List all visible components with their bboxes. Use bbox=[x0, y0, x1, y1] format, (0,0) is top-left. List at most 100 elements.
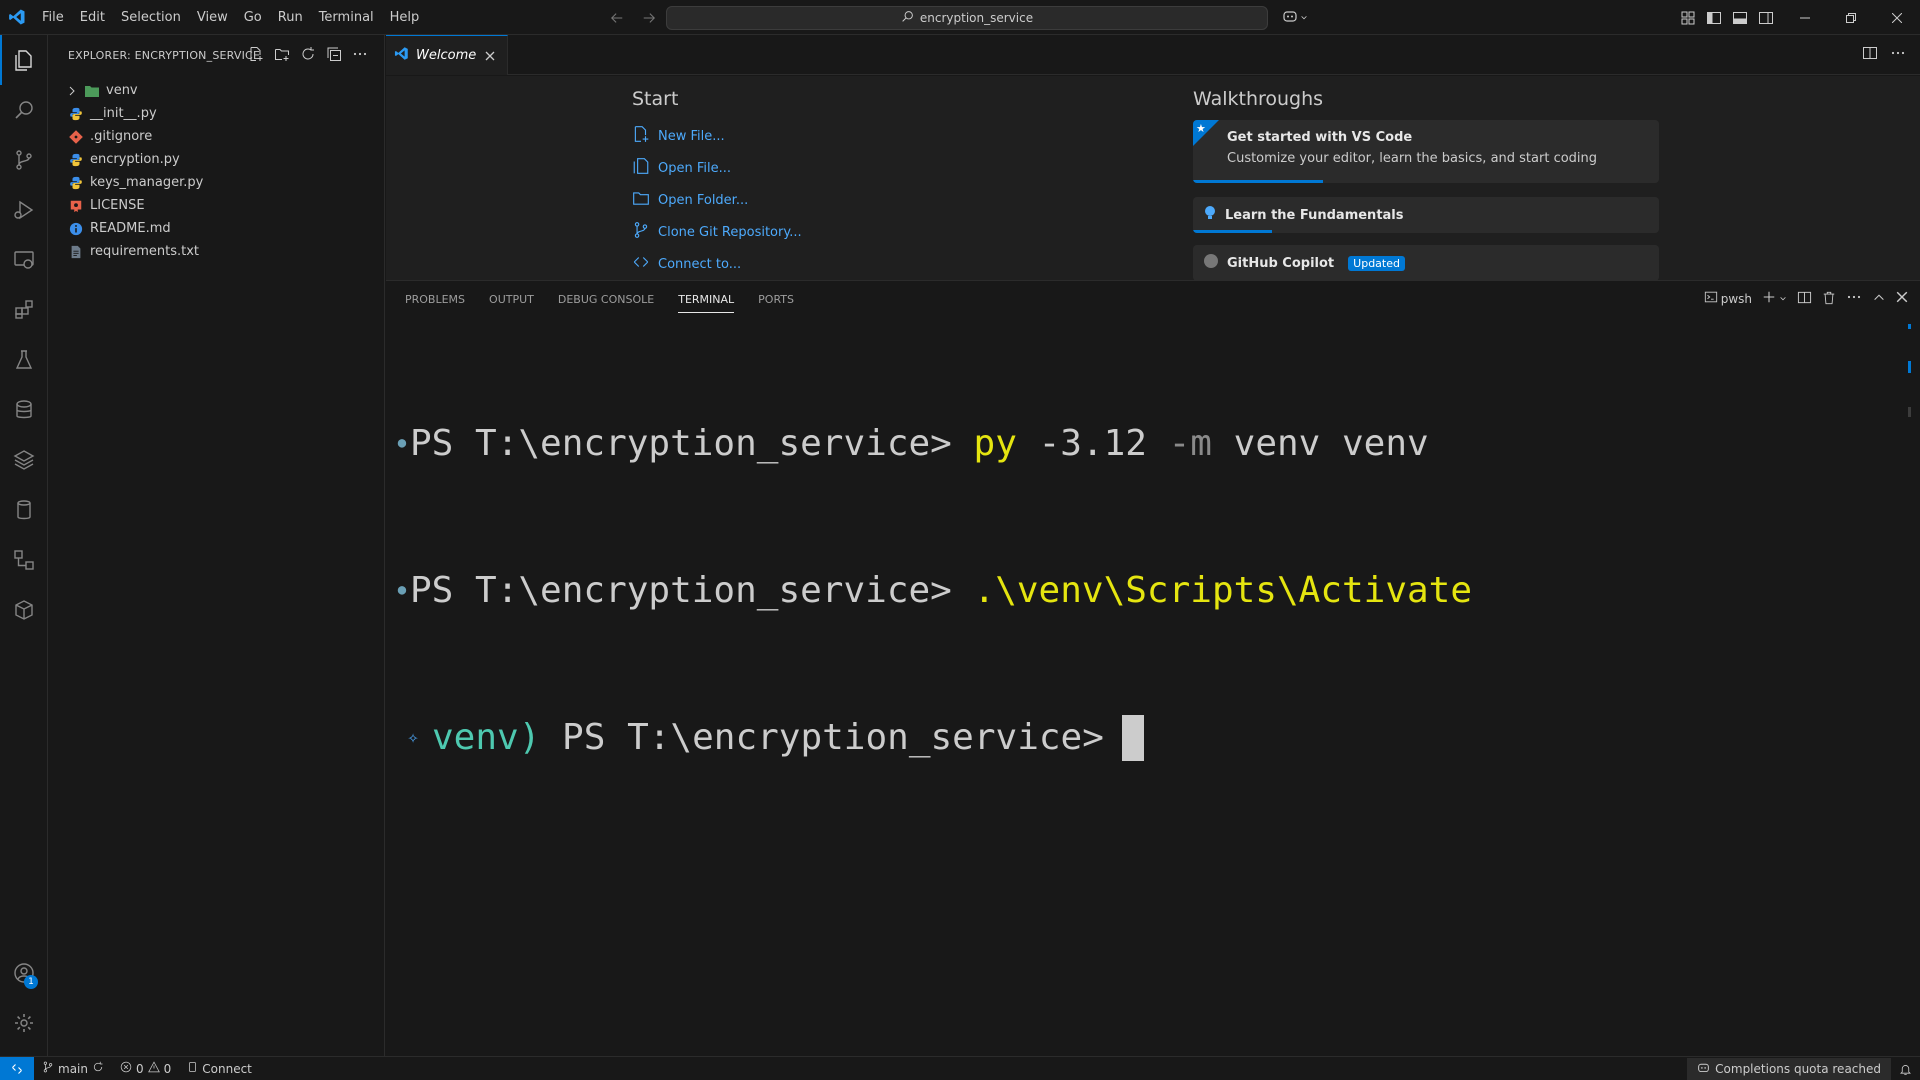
search-text: encryption_service bbox=[919, 11, 1034, 25]
walkthrough-get-started[interactable]: ★ Get started with VS Code Customize you… bbox=[1193, 120, 1659, 183]
trash-icon[interactable] bbox=[1822, 290, 1836, 308]
walkthrough-copilot[interactable]: GitHub Copilot Updated bbox=[1193, 245, 1659, 280]
restore-icon[interactable] bbox=[1828, 0, 1874, 35]
run-debug-icon[interactable] bbox=[0, 185, 48, 235]
vscode-logo-icon bbox=[394, 46, 409, 65]
tab-debug-console[interactable]: DEBUG CONSOLE bbox=[558, 281, 654, 319]
menu-help[interactable]: Help bbox=[382, 0, 428, 35]
open-folder-link[interactable]: Open Folder... bbox=[632, 184, 802, 216]
terminal-output[interactable]: ● PS T:\encryption_service> py -3.12 -m … bbox=[394, 321, 1894, 860]
new-file-icon[interactable] bbox=[246, 43, 266, 65]
minimize-icon[interactable] bbox=[1782, 0, 1828, 35]
python-file-icon bbox=[68, 175, 84, 191]
more-actions-icon[interactable] bbox=[350, 43, 370, 65]
new-terminal-button[interactable] bbox=[1762, 290, 1787, 307]
problems-status[interactable]: 0 0 bbox=[112, 1057, 179, 1080]
tree-item-label: venv bbox=[106, 83, 138, 98]
walkthroughs-section: Walkthroughs ★ Get started with VS Code … bbox=[1193, 88, 1659, 280]
toggle-secondary-sidebar-icon[interactable] bbox=[1756, 8, 1776, 28]
split-editor-icon[interactable] bbox=[1862, 45, 1878, 65]
info-icon bbox=[68, 221, 84, 237]
menu-terminal[interactable]: Terminal bbox=[311, 0, 382, 35]
tree-item-readme[interactable]: README.md bbox=[48, 217, 384, 240]
tree-item-encryption-py[interactable]: encryption.py bbox=[48, 148, 384, 171]
tab-output[interactable]: OUTPUT bbox=[489, 281, 534, 319]
layers-icon[interactable] bbox=[0, 435, 48, 485]
close-panel-icon[interactable] bbox=[1896, 291, 1908, 306]
command-center-search[interactable]: encryption_service bbox=[666, 6, 1268, 30]
more-actions-icon[interactable] bbox=[1846, 289, 1862, 308]
remote-indicator-icon[interactable] bbox=[0, 1056, 34, 1080]
plug-icon bbox=[187, 1061, 198, 1076]
tree-item-venv[interactable]: venv bbox=[48, 79, 384, 102]
collapse-all-icon[interactable] bbox=[324, 43, 344, 65]
customize-layout-icon[interactable] bbox=[1678, 8, 1698, 28]
notifications-bell-icon[interactable] bbox=[1891, 1057, 1920, 1080]
open-file-icon bbox=[632, 157, 650, 179]
diagram-icon[interactable] bbox=[0, 535, 48, 585]
tree-item-label: README.md bbox=[90, 221, 171, 236]
refresh-icon[interactable] bbox=[298, 43, 318, 65]
tree-item-label: __init__.py bbox=[90, 106, 157, 121]
accounts-icon[interactable]: 1 bbox=[0, 948, 48, 998]
package-icon[interactable] bbox=[0, 585, 48, 635]
close-window-icon[interactable] bbox=[1874, 0, 1920, 35]
git-branch-icon bbox=[42, 1061, 54, 1076]
file-tree: venv __init__.py .gitignore encryption.p… bbox=[48, 79, 384, 263]
terminal-shell-selector[interactable]: pwsh bbox=[1704, 290, 1752, 307]
menu-edit[interactable]: Edit bbox=[72, 0, 113, 35]
terminal-line: ● PS T:\encryption_service> py -3.12 -m … bbox=[394, 419, 1894, 468]
database-icon[interactable] bbox=[0, 385, 48, 435]
sync-icon[interactable] bbox=[92, 1061, 104, 1076]
tab-terminal[interactable]: TERMINAL bbox=[678, 281, 734, 319]
tree-item-requirements[interactable]: requirements.txt bbox=[48, 240, 384, 263]
menu-selection[interactable]: Selection bbox=[113, 0, 189, 35]
tree-item-init-py[interactable]: __init__.py bbox=[48, 102, 384, 125]
explorer-icon[interactable] bbox=[0, 35, 48, 85]
remote-explorer-icon[interactable] bbox=[0, 235, 48, 285]
tree-item-keys-manager-py[interactable]: keys_manager.py bbox=[48, 171, 384, 194]
tree-item-gitignore[interactable]: .gitignore bbox=[48, 125, 384, 148]
connect-to-link[interactable]: Connect to... bbox=[632, 248, 802, 280]
clone-repo-link[interactable]: Clone Git Repository... bbox=[632, 216, 802, 248]
walkthrough-fundamentals[interactable]: Learn the Fundamentals bbox=[1193, 197, 1659, 233]
chevron-right-icon bbox=[64, 86, 80, 96]
back-arrow-icon[interactable] bbox=[606, 7, 628, 29]
warning-icon bbox=[147, 1061, 160, 1076]
copilot-quota-status[interactable]: Completions quota reached bbox=[1687, 1058, 1891, 1080]
open-file-link[interactable]: Open File... bbox=[632, 152, 802, 184]
testing-icon[interactable] bbox=[0, 335, 48, 385]
cylinder-icon[interactable] bbox=[0, 485, 48, 535]
close-icon[interactable] bbox=[483, 48, 497, 64]
menu-file[interactable]: File bbox=[34, 0, 72, 35]
search-icon bbox=[901, 10, 914, 26]
tab-problems[interactable]: PROBLEMS bbox=[405, 281, 465, 319]
toggle-primary-sidebar-icon[interactable] bbox=[1704, 8, 1724, 28]
toggle-panel-icon[interactable] bbox=[1730, 8, 1750, 28]
new-file-link[interactable]: New File... bbox=[632, 120, 802, 152]
terminal-line: ● PS T:\encryption_service> .\venv\Scrip… bbox=[394, 566, 1894, 615]
search-icon[interactable] bbox=[0, 85, 48, 135]
plus-icon bbox=[1762, 290, 1776, 307]
tab-welcome[interactable]: Welcome bbox=[386, 35, 508, 75]
split-terminal-icon[interactable] bbox=[1797, 290, 1812, 308]
manage-gear-icon[interactable] bbox=[0, 998, 48, 1048]
source-control-icon[interactable] bbox=[0, 135, 48, 185]
menu-view[interactable]: View bbox=[189, 0, 236, 35]
tree-item-license[interactable]: LICENSE bbox=[48, 194, 384, 217]
copilot-menu-button[interactable] bbox=[1278, 6, 1312, 30]
copilot-icon bbox=[1282, 8, 1298, 28]
extensions-icon[interactable] bbox=[0, 285, 48, 335]
maximize-panel-icon[interactable] bbox=[1872, 290, 1886, 307]
tab-ports[interactable]: PORTS bbox=[758, 281, 794, 319]
tree-item-label: .gitignore bbox=[90, 129, 153, 144]
branch-status[interactable]: main bbox=[34, 1057, 112, 1080]
menu-run[interactable]: Run bbox=[270, 0, 311, 35]
more-actions-icon[interactable] bbox=[1890, 45, 1906, 65]
terminal-scrollbar[interactable] bbox=[1908, 321, 1912, 417]
connect-status[interactable]: Connect bbox=[179, 1057, 260, 1080]
new-folder-icon[interactable] bbox=[272, 43, 292, 65]
menu-go[interactable]: Go bbox=[236, 0, 270, 35]
forward-arrow-icon[interactable] bbox=[638, 7, 660, 29]
folder-icon bbox=[632, 189, 650, 211]
